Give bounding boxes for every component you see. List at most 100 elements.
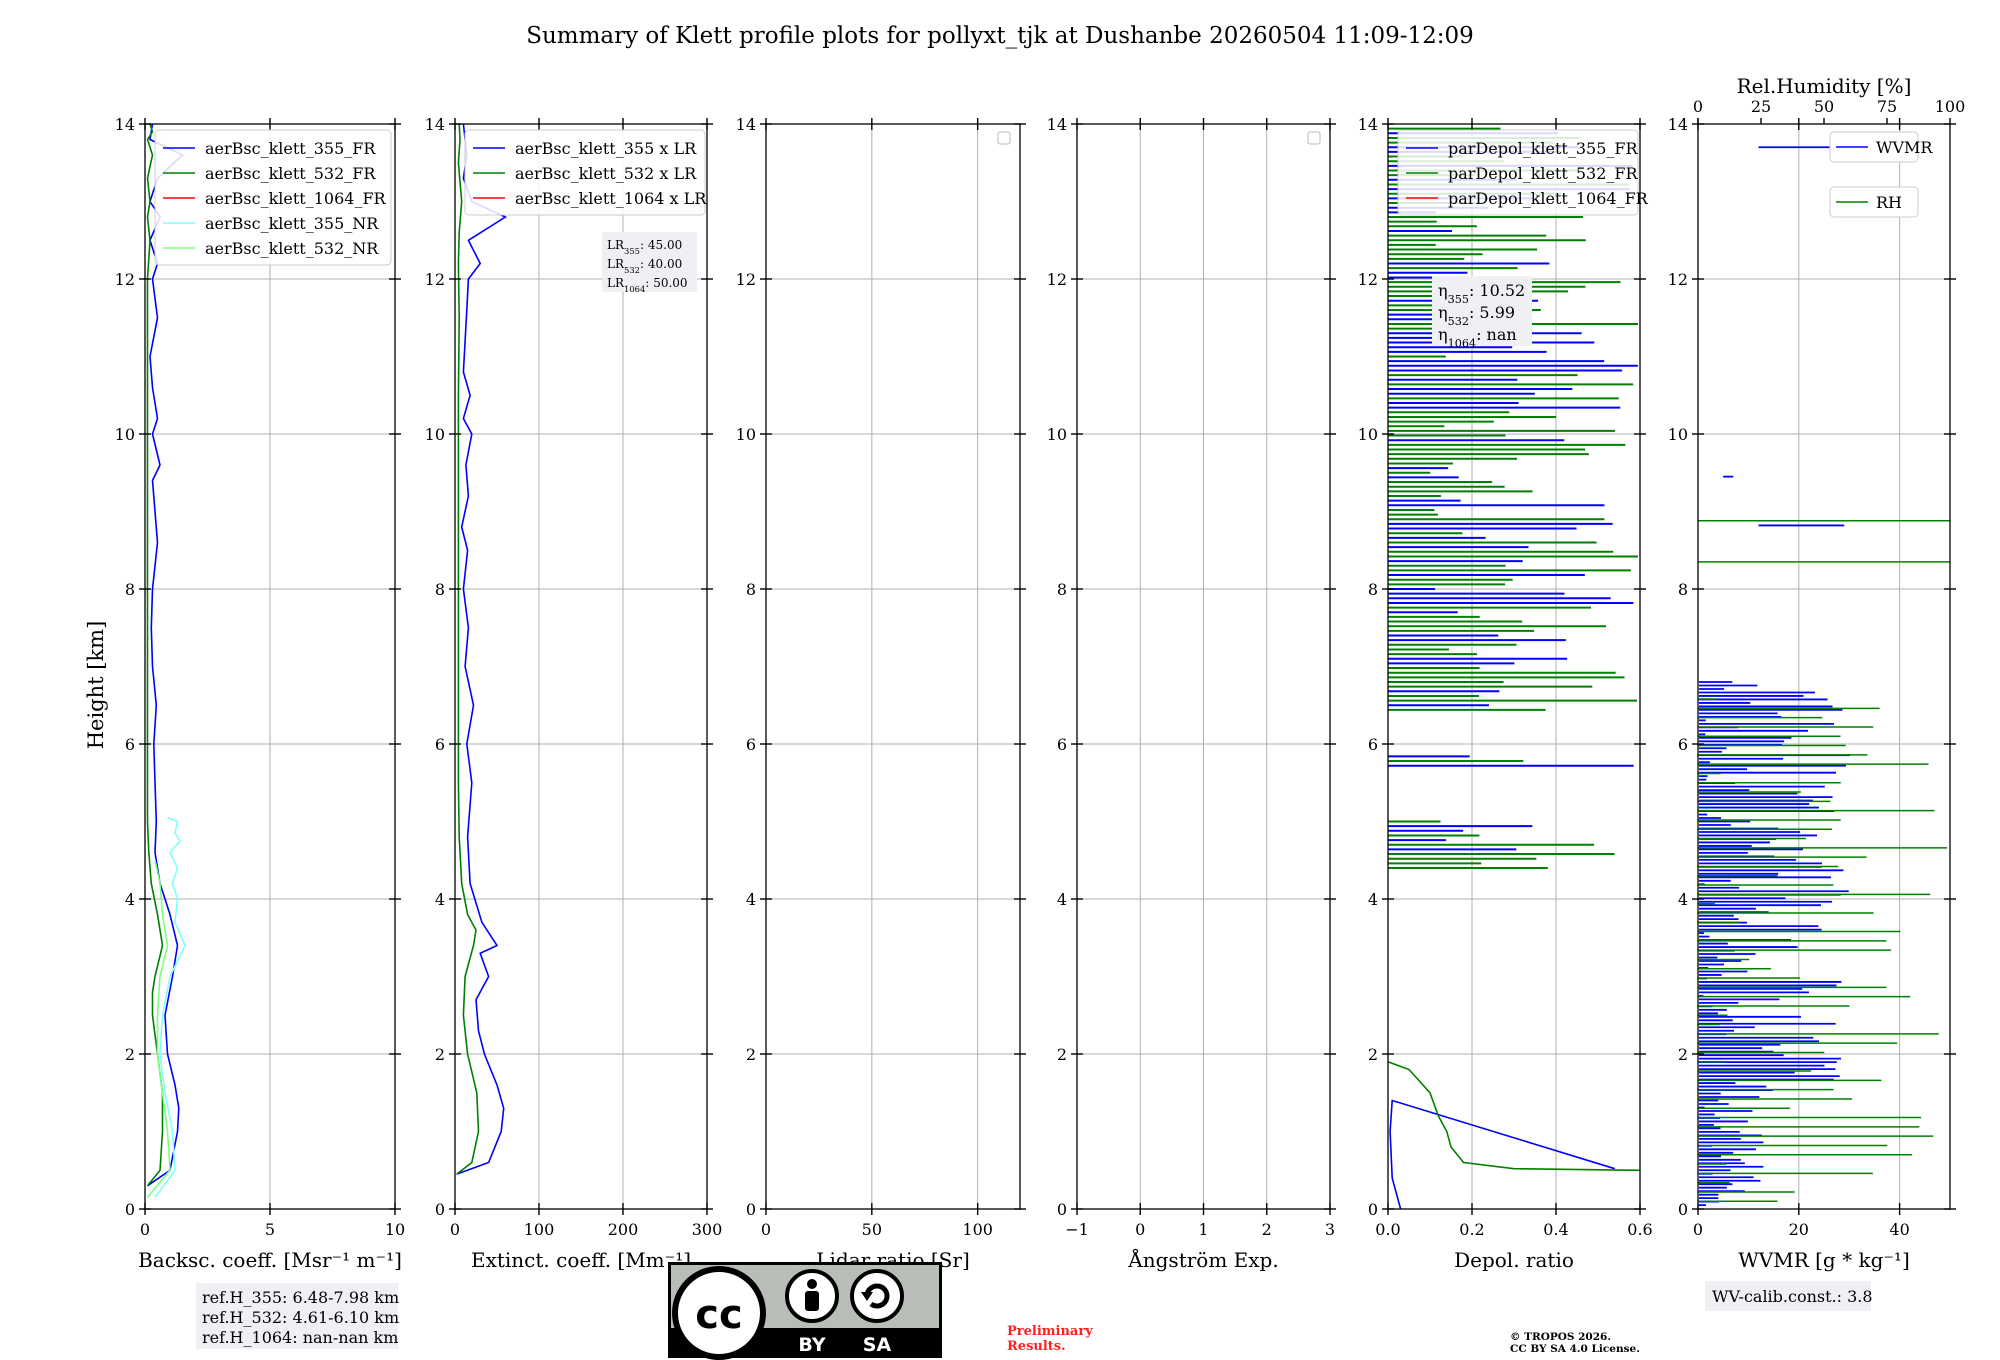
x-tick-label: 0 [761,1220,771,1239]
panel-backscatter: 0 2 4 6 8 10 12 14 0 5 10 Backsc. coeff. [Msr⁻¹ m⁻¹… [115,115,405,1349]
x-tick-label: 100 [524,1220,555,1239]
preliminary-line-1: Preliminary [1007,1324,1093,1339]
legend-label: aerBsc_klett_532_NR [205,239,379,258]
label-value: : 10.52 [1469,281,1525,300]
x-tick-label: −1 [1065,1220,1089,1239]
top-x-tick-label: 75 [1877,97,1897,116]
y-tick-label: 6 [1678,735,1688,754]
legend-label: aerBsc_klett_532 x LR [515,164,697,183]
wv-calib-text: WV-calib.const.: 3.8 [1712,1287,1873,1306]
axes-frame [765,123,1021,1210]
series-line-3 [154,816,186,1198]
x-axis-label: WVMR [g * kg⁻¹] [1738,1248,1910,1272]
x-tick-label: 0.6 [1627,1220,1652,1239]
y-tick-label: 0 [435,1200,445,1219]
figure-title: Summary of Klett profile plots for polly… [526,23,1474,49]
refh-line: ref.H_355: 6.48-7.98 km [202,1288,399,1307]
y-tick-label: 14 [1047,115,1067,134]
panels: 024681012140 5 10Backsc. coeff. [Msr⁻¹ m⁻¹… [115,74,1966,1349]
label-sub: 355 [624,246,640,256]
legend-label: aerBsc_klett_532_FR [205,164,376,183]
y-tick-label: 12 [115,270,135,289]
label-value: : 45.00 [640,238,682,252]
legend-label: WVMR [1876,138,1933,157]
y-tick-label: 6 [1057,735,1067,754]
preliminary-line-2: Results. [1007,1339,1066,1354]
x-tick-label: 0 [450,1220,460,1239]
y-axis-label: Height [km] [84,621,108,750]
x-tick-label: 50 [862,1220,882,1239]
by-label: BY [798,1334,825,1356]
y-tick-label: 2 [1057,1045,1067,1064]
label-sub: 532 [624,265,640,275]
x-tick-label: 20 [1789,1220,1809,1239]
y-tick-label: 2 [435,1045,445,1064]
legend-label: aerBsc_klett_355_NR [205,214,379,233]
y-tick-label: 12 [1358,270,1378,289]
y-tick-label: 10 [1047,425,1067,444]
legend-label: aerBsc_klett_355 x LR [515,139,697,158]
label-main: η [1438,303,1448,322]
x-tick-label: 0.0 [1375,1220,1400,1239]
y-tick-label: 10 [425,425,445,444]
x-tick-label: 0.2 [1459,1220,1484,1239]
series-line-1 [1388,1061,1640,1172]
copyright-line-2: CC BY SA 4.0 License. [1510,1343,1640,1355]
label-value: : nan [1476,325,1517,344]
top-x-tick-label: 25 [1751,97,1771,116]
series-group [456,124,508,1175]
legend-label: parDepol_klett_1064_FR [1448,189,1649,208]
y-tick-label: 0 [125,1200,135,1219]
label-main: η [1438,325,1448,344]
series-line-0 [1389,1099,1616,1209]
x-axis-label: Extinct. coeff. [Mm⁻¹] [471,1248,691,1272]
x-axis-label: Depol. ratio [1454,1248,1574,1272]
y-tick-label: 2 [746,1045,756,1064]
y-tick-label: 2 [125,1045,135,1064]
y-tick-label: 0 [1678,1200,1688,1219]
x-tick-label: 5 [265,1220,275,1239]
x-tick-label: 200 [608,1220,639,1239]
label-sub: 1064 [624,284,645,294]
y-tick-label: 4 [746,890,756,909]
x-tick-label: 40 [1889,1220,1909,1239]
label-value: : 50.00 [645,276,687,290]
x-tick-label: 300 [692,1220,723,1239]
legend-label: parDepol_klett_532_FR [1448,164,1639,183]
legend-label: RH [1876,193,1902,212]
panel-wvmr: 0 2 4 6 8 10 12 14 0 20 40 WVMR [g * kg⁻¹] 0 25 50 75 10… [1668,74,1966,1311]
cc-license-badge[interactable]: cc BY SA [668,1262,942,1360]
refh-line: ref.H_1064: nan-nan km [202,1328,398,1347]
y-tick-label: 4 [1678,890,1688,909]
sa-label: SA [863,1334,892,1356]
legend-label: aerBsc_klett_355_FR [205,139,376,158]
series-line-0 [147,124,184,1187]
x-tick-label: 0 [1135,1220,1145,1239]
y-tick-label: 6 [746,735,756,754]
cc-logo-text: cc [695,1292,742,1338]
y-tick-label: 4 [125,890,135,909]
y-tick-label: 14 [1668,115,1688,134]
x-tick-label: 0.4 [1543,1220,1568,1239]
top-x-axis-label: Rel.Humidity [%] [1737,74,1912,98]
top-x-tick-label: 0 [1693,97,1703,116]
label-value: : 5.99 [1469,303,1515,322]
y-tick-label: 14 [115,115,135,134]
panel-depol: 0 2 4 6 8 10 12 14 0.0 0.2 0.4 0.6 Depol. ratio parDe… [1358,115,1653,1272]
x-tick-label: 2 [1262,1220,1272,1239]
legend-label: aerBsc_klett_1064_FR [205,189,387,208]
top-x-tick-label: 100 [1935,97,1966,116]
y-tick-label: 0 [1368,1200,1378,1219]
y-tick-label: 0 [1057,1200,1067,1219]
x-tick-label: 0 [1693,1220,1703,1239]
y-tick-label: 6 [125,735,135,754]
y-tick-label: 2 [1368,1045,1378,1064]
y-tick-label: 8 [125,580,135,599]
sa-share-icon [850,1269,904,1323]
y-tick-label: 10 [1668,425,1688,444]
x-tick-label: 3 [1325,1220,1335,1239]
y-tick-label: 14 [736,115,756,134]
y-tick-label: 8 [1678,580,1688,599]
y-tick-label: 4 [1057,890,1067,909]
label-sub: 1064 [1448,337,1476,350]
